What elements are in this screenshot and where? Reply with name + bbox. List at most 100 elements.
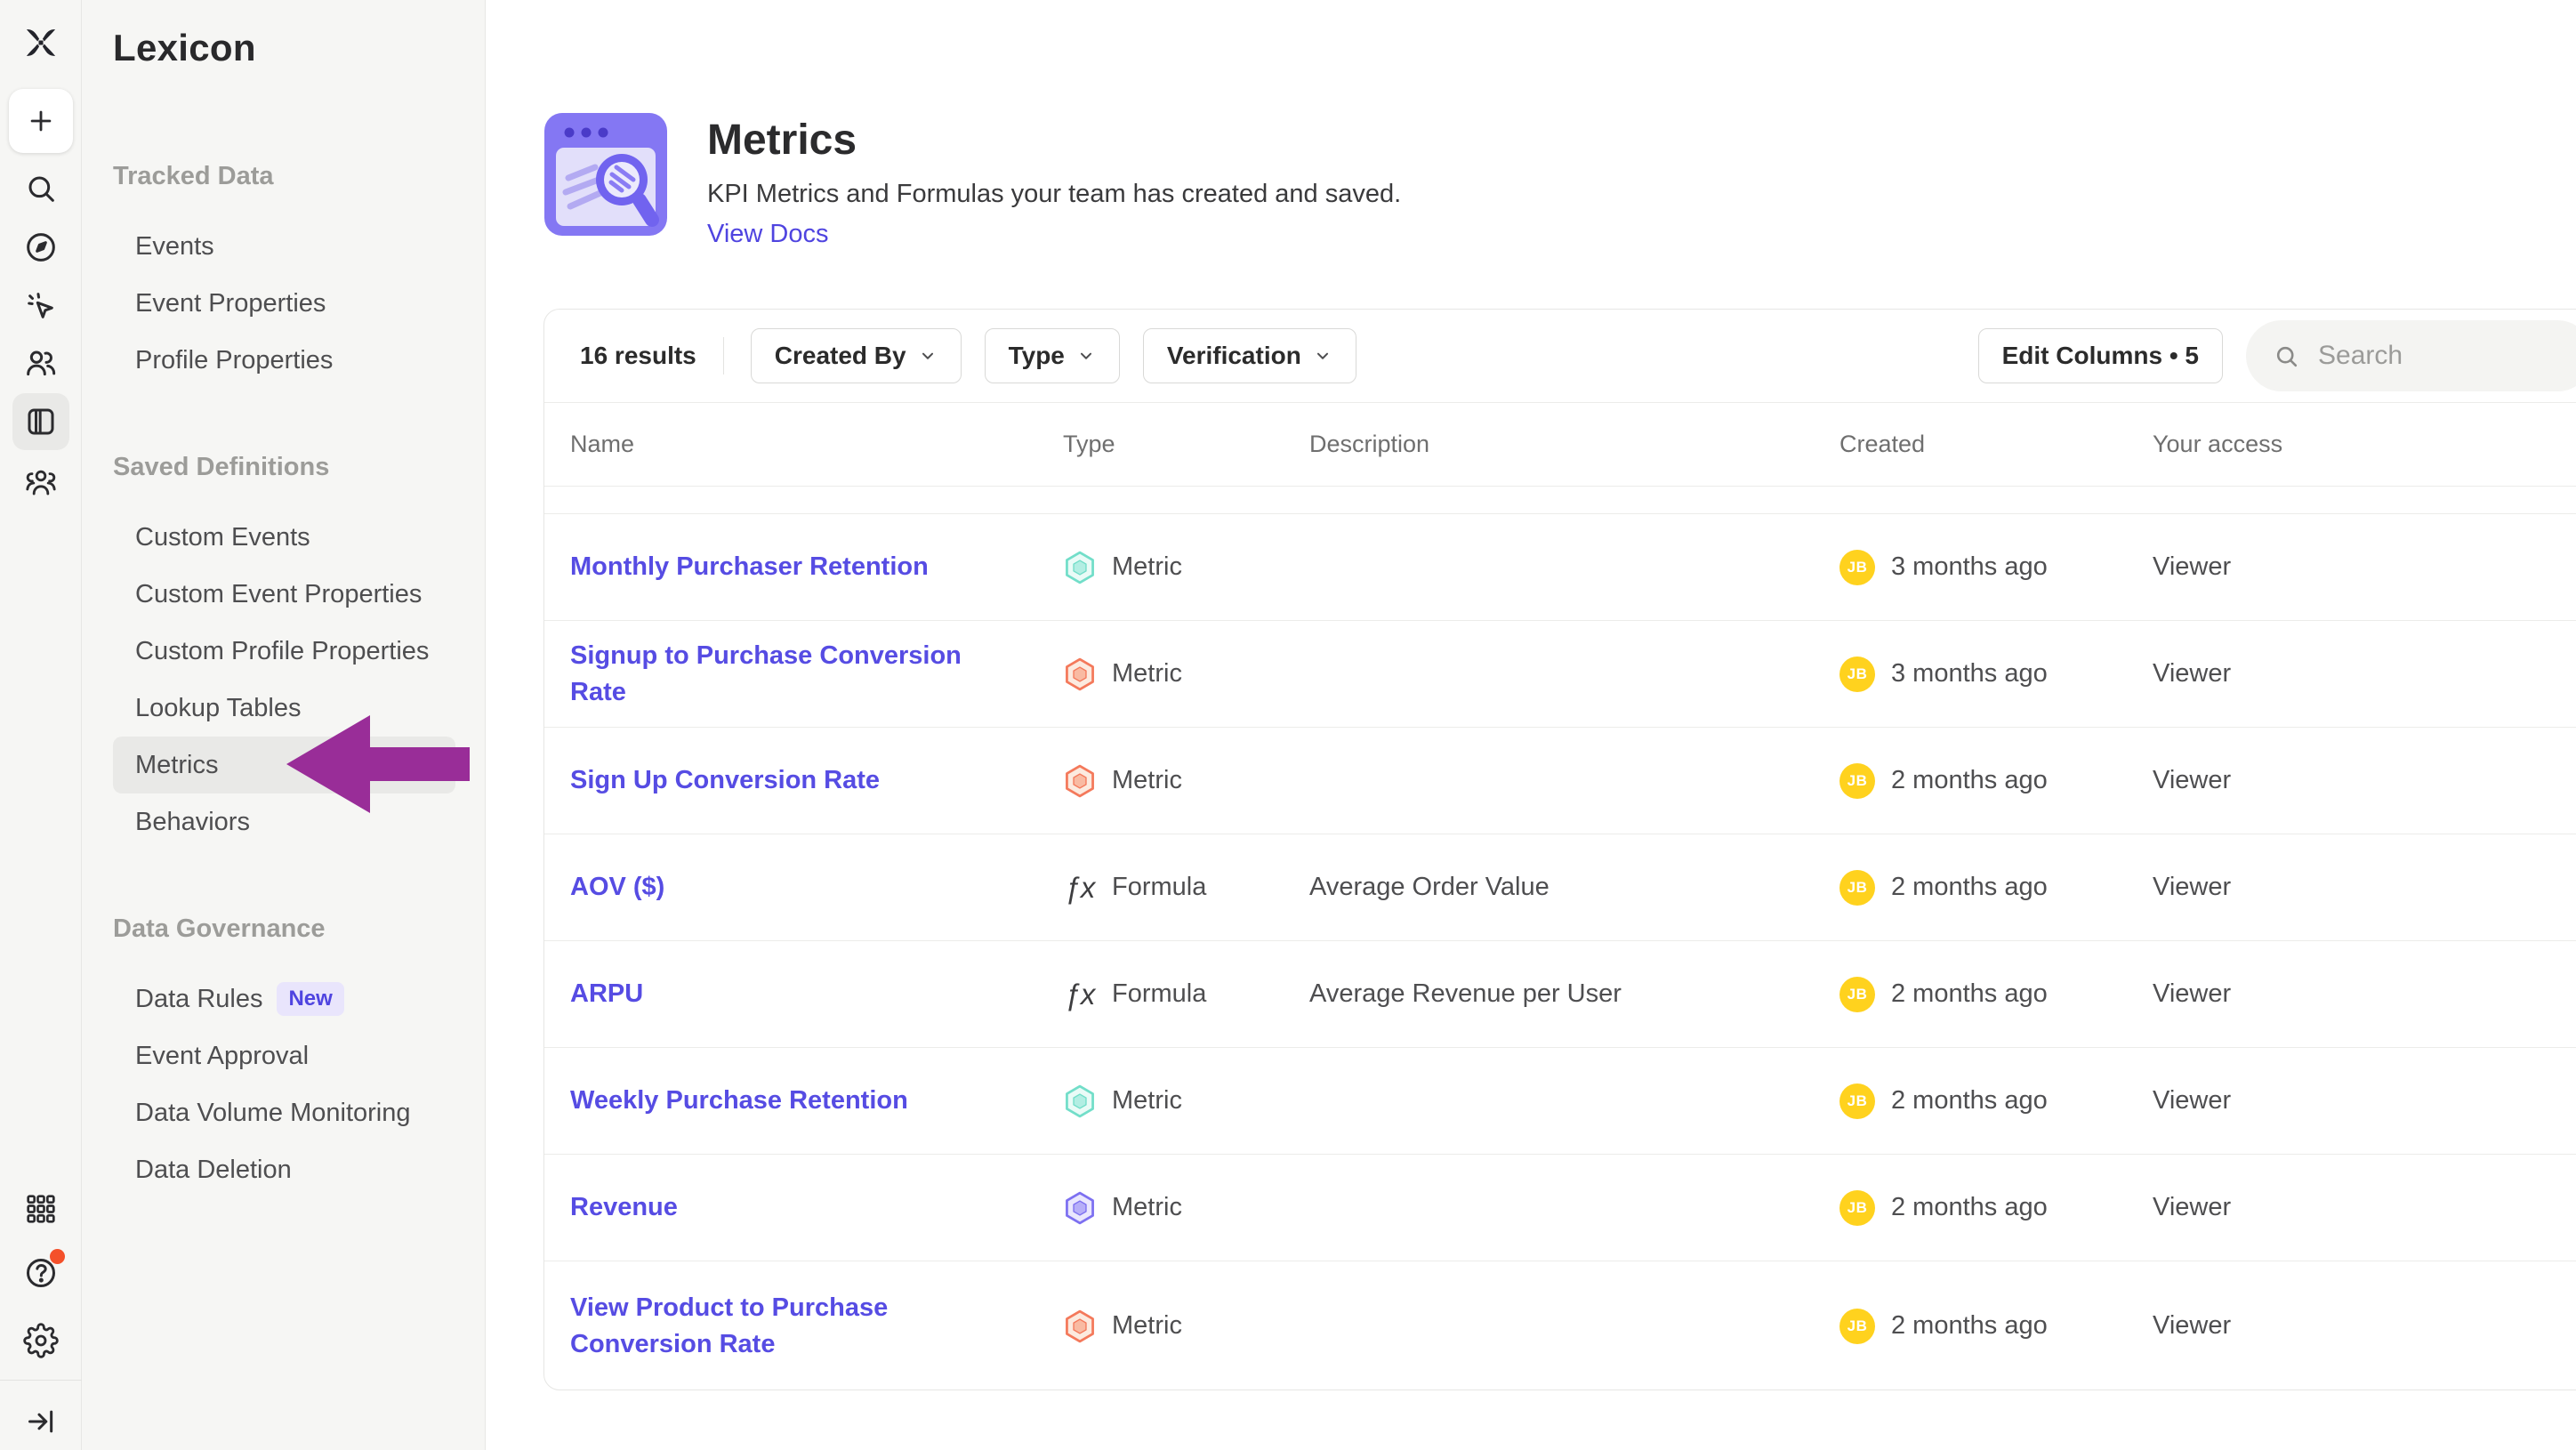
type-label: Metric (1112, 1311, 1182, 1341)
cell-type: Metric (1063, 1084, 1309, 1118)
view-docs-link[interactable]: View Docs (707, 220, 1401, 249)
cell-access: Viewer (2153, 1193, 2576, 1222)
edit-columns-button[interactable]: Edit Columns • 5 (1978, 328, 2223, 383)
compass-icon[interactable] (12, 219, 69, 276)
cell-access: Viewer (2153, 659, 2576, 689)
type-label: Metric (1112, 659, 1182, 689)
formula-fx-icon: ƒx (1063, 871, 1097, 905)
cohorts-icon[interactable] (12, 454, 69, 511)
cell-type: Metric (1063, 657, 1309, 691)
cell-access: Viewer (2153, 979, 2576, 1009)
sidebar-item-label: Custom Event Properties (135, 580, 422, 609)
table-row[interactable]: Revenue MetricJB2 months agoViewer (544, 1155, 2576, 1261)
toolbar-divider (723, 337, 724, 375)
cell-access: Viewer (2153, 1086, 2576, 1116)
rail-divider (0, 1380, 82, 1381)
table-row[interactable]: ARPUƒxFormulaAverage Revenue per UserJB2… (544, 941, 2576, 1048)
users-icon[interactable] (12, 334, 69, 391)
page-subtitle: KPI Metrics and Formulas your team has c… (707, 180, 1401, 209)
avatar: JB (1839, 1083, 1875, 1119)
cell-name: Sign Up Conversion Rate (570, 762, 1063, 799)
column-header-type: Type (1063, 431, 1309, 458)
cell-created: JB3 months ago (1839, 657, 2153, 692)
table-row[interactable]: Weekly Purchase Retention Metric JB2 mont… (544, 1048, 2576, 1155)
avatar: JB (1839, 657, 1875, 692)
cell-created: JB3 months ago (1839, 550, 2153, 585)
settings-gear-icon[interactable] (12, 1312, 69, 1369)
page-header: Metrics KPI Metrics and Formulas your te… (543, 112, 1401, 249)
metrics-table-card: 16 results Created ByTypeVerification Ed… (543, 309, 2576, 1390)
icon-rail (0, 0, 82, 1450)
chevron-down-icon (1313, 346, 1332, 366)
filter-created-by[interactable]: Created By (751, 328, 962, 383)
created-label: 2 months ago (1891, 979, 2048, 1009)
avatar: JB (1839, 870, 1875, 906)
sidebar-item-custom-event-properties[interactable]: Custom Event Properties (113, 566, 455, 623)
avatar: JB (1839, 977, 1875, 1012)
metric-name-link[interactable]: Revenue (570, 1189, 722, 1226)
search-input[interactable] (2318, 341, 2566, 371)
sidebar-item-label: Custom Events (135, 523, 310, 552)
create-new-button[interactable] (9, 89, 73, 153)
lexicon-book-icon[interactable] (12, 393, 69, 450)
metric-name-link[interactable]: ARPU (570, 976, 688, 1012)
metric-name-link[interactable]: Sign Up Conversion Rate (570, 762, 924, 799)
avatar: JB (1839, 1309, 1875, 1344)
table-row[interactable]: AOV ($)ƒxFormulaAverage Order ValueJB2 m… (544, 834, 2576, 941)
filter-label: Created By (775, 342, 906, 370)
annotation-arrow (285, 711, 471, 823)
table-search[interactable] (2246, 320, 2576, 391)
filter-type[interactable]: Type (985, 328, 1120, 383)
cell-description: Average Revenue per User (1309, 979, 1839, 1009)
sign-out-icon[interactable] (12, 1393, 69, 1450)
notification-dot (50, 1249, 65, 1264)
filter-verification[interactable]: Verification (1143, 328, 1356, 383)
mixpanel-logo-icon[interactable] (12, 18, 69, 68)
type-label: Metric (1112, 552, 1182, 582)
cell-access: Viewer (2153, 1311, 2576, 1341)
cell-name: Weekly Purchase Retention (570, 1083, 1063, 1119)
metric-hexagon-icon (1063, 551, 1097, 584)
sidebar-item-label: Event Approval (135, 1042, 309, 1071)
section-label: Data Governance (113, 900, 455, 957)
table-row[interactable]: Signup to Purchase Conversion Rate Metri… (544, 621, 2576, 728)
filter-label: Type (1009, 342, 1065, 370)
sidebar-item-events[interactable]: Events (113, 218, 455, 275)
sidebar-item-custom-events[interactable]: Custom Events (113, 509, 455, 566)
metrics-page-icon (543, 112, 668, 237)
sidebar-item-custom-profile-properties[interactable]: Custom Profile Properties (113, 623, 455, 680)
type-label: Metric (1112, 1193, 1182, 1222)
cell-name: View Product to Purchase Conversion Rate (570, 1290, 1063, 1362)
sidebar-item-data-deletion[interactable]: Data Deletion (113, 1141, 455, 1198)
sidebar-item-data-rules[interactable]: Data RulesNew (113, 971, 455, 1027)
page-heading: Metrics (707, 116, 1401, 165)
sidebar-item-data-volume-monitoring[interactable]: Data Volume Monitoring (113, 1084, 455, 1141)
formula-fx-icon: ƒx (1063, 978, 1097, 1011)
filter-label: Verification (1167, 342, 1301, 370)
table-row[interactable]: View Product to Purchase Conversion Rate… (544, 1261, 2576, 1390)
table-row[interactable]: Sign Up Conversion Rate MetricJB2 months… (544, 728, 2576, 834)
metric-name-link[interactable]: AOV ($) (570, 869, 709, 906)
metric-name-link[interactable]: Monthly Purchaser Retention (570, 549, 973, 585)
sidebar-item-profile-properties[interactable]: Profile Properties (113, 332, 455, 389)
cell-access: Viewer (2153, 873, 2576, 902)
created-label: 2 months ago (1891, 1193, 2048, 1222)
main-content: Metrics KPI Metrics and Formulas your te… (487, 0, 2576, 1450)
metric-name-link[interactable]: Weekly Purchase Retention (570, 1083, 953, 1119)
sidebar-item-label: Metrics (135, 751, 218, 780)
sidebar-item-label: Data Deletion (135, 1156, 292, 1185)
help-icon[interactable] (12, 1245, 69, 1301)
sidebar-item-event-properties[interactable]: Event Properties (113, 275, 455, 332)
created-label: 2 months ago (1891, 766, 2048, 795)
cell-created: JB2 months ago (1839, 870, 2153, 906)
metric-name-link[interactable]: Signup to Purchase Conversion Rate (570, 638, 1063, 710)
apps-grid-icon[interactable] (12, 1180, 69, 1237)
sidebar-item-event-approval[interactable]: Event Approval (113, 1027, 455, 1084)
cell-created: JB2 months ago (1839, 1083, 2153, 1119)
metric-name-link[interactable]: View Product to Purchase Conversion Rate (570, 1290, 1063, 1362)
search-icon[interactable] (12, 160, 69, 217)
ai-cursor-icon[interactable] (12, 278, 69, 334)
table-row[interactable]: Monthly Purchaser Retention Metric JB3 mo… (544, 514, 2576, 621)
chevron-down-icon (918, 346, 938, 366)
sidebar-item-label: Lookup Tables (135, 694, 302, 723)
